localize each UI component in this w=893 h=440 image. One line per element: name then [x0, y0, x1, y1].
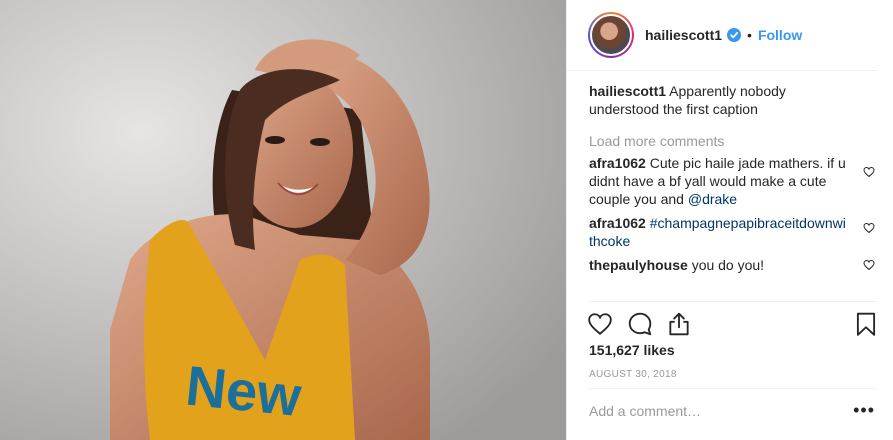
load-more-comments-button[interactable]: Load more comments	[589, 132, 877, 150]
comment-text: you do you!	[691, 257, 765, 273]
comment-item: afra1062 Cute pic haile jade mathers. if…	[589, 154, 877, 208]
verified-badge-icon	[727, 28, 742, 42]
like-comment-heart-icon[interactable]	[863, 222, 875, 234]
comment-composer: •••	[588, 388, 877, 440]
caption: hailiescott1 Apparently nobody understoo…	[589, 82, 877, 118]
header-separator: •	[747, 27, 752, 43]
add-comment-input[interactable]	[589, 403, 839, 419]
comment-item: afra1062 #champagnepapibraceitdownwithco…	[589, 214, 877, 250]
comments-list: hailiescott1 Apparently nobody understoo…	[589, 82, 877, 274]
share-icon[interactable]	[666, 311, 692, 337]
follow-button[interactable]: Follow	[758, 27, 802, 43]
post-date[interactable]: AUGUST 30, 2018	[589, 369, 677, 380]
like-comment-heart-icon[interactable]	[863, 259, 875, 271]
post-actions	[588, 301, 877, 345]
post-sidebar: hailiescott1 • Follow hailiescott1 Appar…	[566, 0, 893, 440]
like-heart-icon[interactable]	[587, 311, 613, 337]
avatar-image	[590, 14, 632, 56]
author-username[interactable]: hailiescott1	[645, 27, 722, 43]
more-options-icon[interactable]: •••	[853, 401, 875, 419]
caption-username[interactable]: hailiescott1	[589, 83, 666, 99]
author-avatar[interactable]	[588, 12, 634, 58]
post-photo-image: New	[0, 0, 566, 440]
instagram-post: New hailiescott1 • Follow hailiescott1 A…	[0, 0, 893, 440]
comment-username[interactable]: afra1062	[589, 215, 646, 231]
likes-count[interactable]: 151,627 likes	[589, 342, 675, 358]
post-header: hailiescott1 • Follow	[567, 0, 877, 71]
comment-mention-link[interactable]: @drake	[688, 191, 737, 207]
comment-username[interactable]: thepaulyhouse	[589, 257, 688, 273]
post-photo[interactable]: New	[0, 0, 566, 440]
comment-username[interactable]: afra1062	[589, 155, 646, 171]
svg-text:New: New	[183, 353, 305, 428]
like-comment-heart-icon[interactable]	[863, 166, 875, 178]
comment-bubble-icon[interactable]	[627, 311, 653, 337]
save-bookmark-icon[interactable]	[853, 311, 879, 337]
comment-item: thepaulyhouse you do you!	[589, 256, 877, 274]
